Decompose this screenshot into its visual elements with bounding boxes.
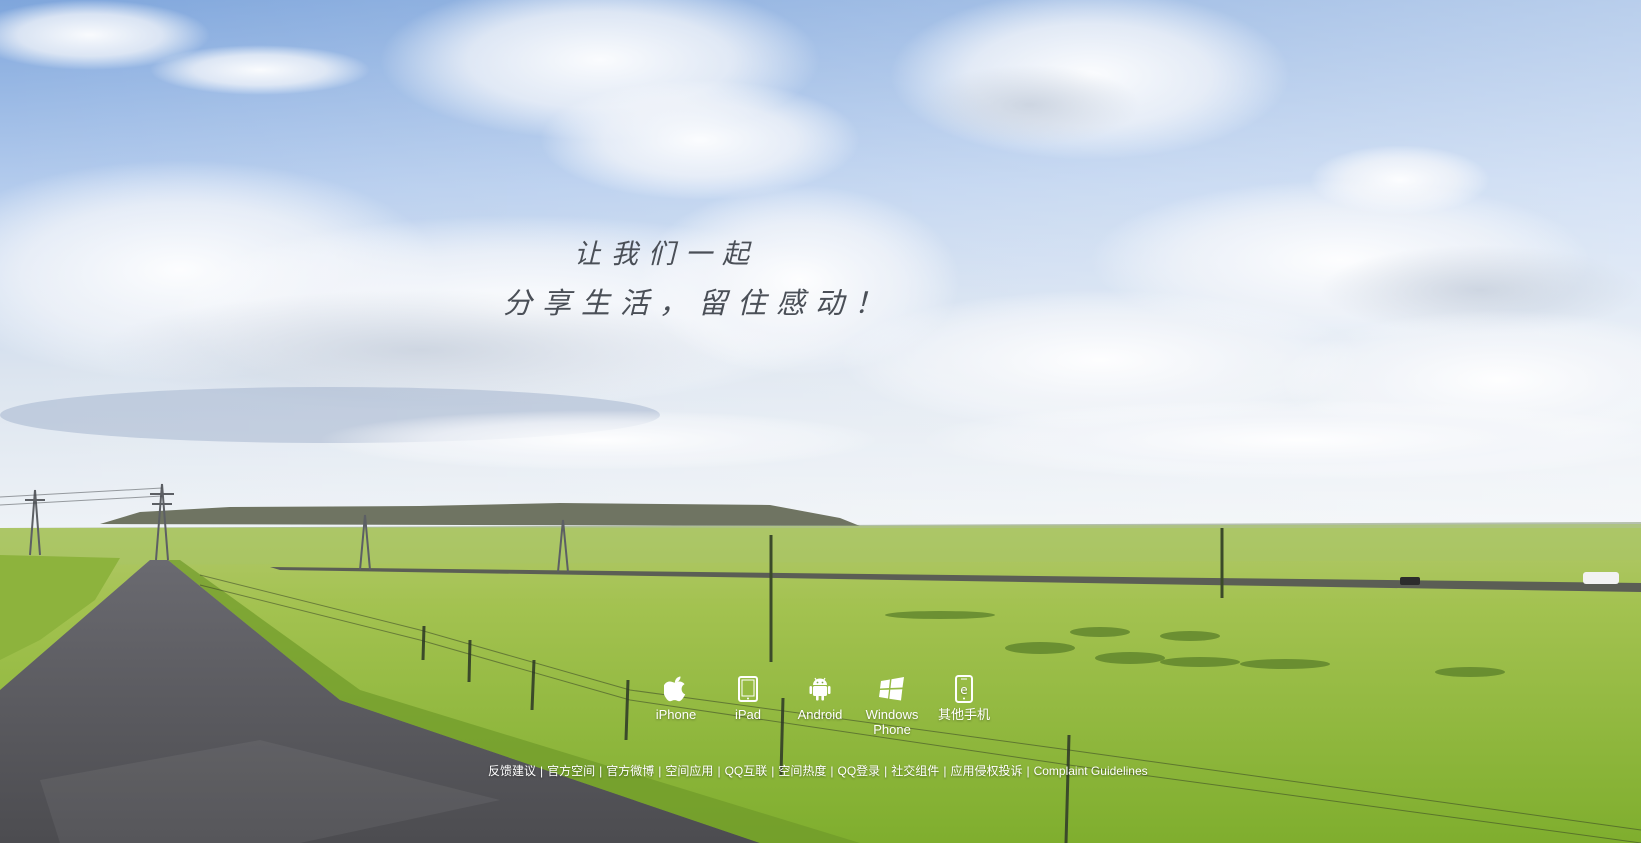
platform-label: iPad bbox=[734, 707, 762, 722]
separator: | bbox=[771, 764, 775, 778]
footer-link-official-qzone[interactable]: 官方空间 bbox=[547, 764, 595, 778]
separator: | bbox=[599, 764, 603, 778]
svg-text:e: e bbox=[960, 683, 967, 697]
slogan-line-1: 让我们一起 bbox=[574, 239, 759, 270]
windows-icon bbox=[878, 675, 906, 703]
separator: | bbox=[884, 764, 888, 778]
footer-link-qzone-trending[interactable]: 空间热度 bbox=[778, 764, 826, 778]
platform-label: 其他手机 bbox=[937, 707, 990, 722]
footer-link-qq-login[interactable]: QQ登录 bbox=[838, 764, 881, 778]
footer-link-social-widgets[interactable]: 社交组件 bbox=[891, 764, 939, 778]
separator: | bbox=[717, 764, 721, 778]
platform-label: iPhone bbox=[655, 707, 697, 722]
footer-link-qq-connect[interactable]: QQ互联 bbox=[725, 764, 768, 778]
footer-link-official-weibo[interactable]: 官方微博 bbox=[606, 764, 654, 778]
platform-label: Windows Phone bbox=[865, 707, 919, 737]
ipad-link[interactable]: iPad bbox=[712, 675, 784, 722]
footer-link-feedback[interactable]: 反馈建议 bbox=[488, 764, 536, 778]
other-phones-link[interactable]: e 其他手机 bbox=[928, 675, 1000, 722]
mobile-phone-icon: e bbox=[950, 675, 978, 703]
footer-link-complaint-guidelines[interactable]: Complaint Guidelines bbox=[1034, 764, 1148, 778]
footer-link-qzone-apps[interactable]: 空间应用 bbox=[665, 764, 713, 778]
login-landing-page: 让我们一起 分享生活，留住感动！ iPhone iPad Android Win… bbox=[0, 0, 1641, 843]
windows-phone-link[interactable]: Windows Phone bbox=[856, 675, 928, 737]
platform-label: Android bbox=[797, 707, 843, 722]
apple-icon bbox=[662, 675, 690, 703]
android-icon bbox=[806, 675, 834, 703]
slogan-line-2: 分享生活，留住感动！ bbox=[503, 286, 894, 320]
separator: | bbox=[540, 764, 544, 778]
separator: | bbox=[658, 764, 662, 778]
android-link[interactable]: Android bbox=[784, 675, 856, 722]
tablet-icon bbox=[734, 675, 762, 703]
iphone-link[interactable]: iPhone bbox=[640, 675, 712, 722]
separator: | bbox=[943, 764, 947, 778]
footer-link-app-infringement[interactable]: 应用侵权投诉 bbox=[950, 764, 1022, 778]
footer-links: 反馈建议 | 官方空间 | 官方微博 | 空间应用 | QQ互联 | 空间热度 | QQ登录 | 社交组件 |… bbox=[488, 762, 1148, 779]
separator: | bbox=[830, 764, 834, 778]
mobile-platform-links: iPhone iPad Android Windows Phone e 其他手机 bbox=[640, 675, 1000, 737]
separator: | bbox=[1026, 764, 1030, 778]
